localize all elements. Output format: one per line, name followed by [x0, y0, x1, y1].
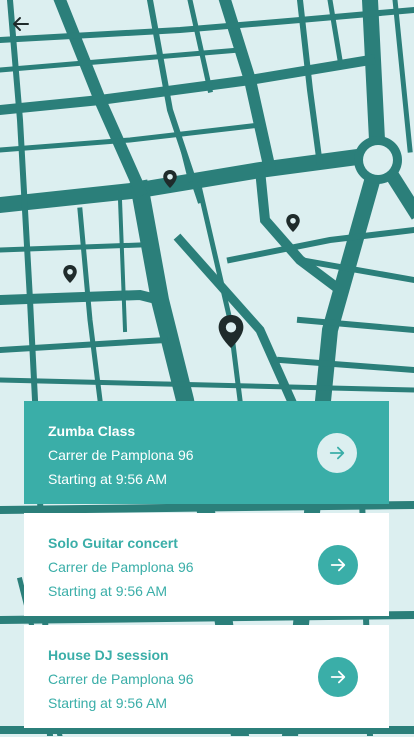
arrow-left-icon: [13, 17, 29, 31]
map-pin-icon-selected[interactable]: [218, 315, 244, 348]
event-title: Zumba Class: [48, 423, 136, 439]
map-pin-icon[interactable]: [286, 214, 300, 232]
event-card-zumba-class[interactable]: Zumba Class Carrer de Pamplona 96 Starti…: [24, 401, 389, 504]
map-pin-icon[interactable]: [163, 170, 177, 188]
event-card-solo-guitar-concert[interactable]: Solo Guitar concert Carrer de Pamplona 9…: [24, 513, 389, 616]
roundabout-center: [363, 145, 393, 175]
event-title: House DJ session: [48, 647, 169, 663]
arrow-right-icon: [330, 670, 346, 684]
map-pin-icon[interactable]: [63, 265, 77, 283]
event-list: Zumba Class Carrer de Pamplona 96 Starti…: [24, 401, 389, 737]
back-button[interactable]: [6, 10, 36, 38]
event-time: Starting at 9:56 AM: [48, 583, 168, 599]
open-event-button[interactable]: [317, 433, 357, 473]
event-time: Starting at 9:56 AM: [48, 471, 168, 487]
arrow-right-icon: [330, 558, 346, 572]
event-time: Starting at 9:56 AM: [48, 695, 168, 711]
open-event-button[interactable]: [318, 657, 358, 697]
event-title: Solo Guitar concert: [48, 535, 178, 551]
arrow-right-icon: [329, 446, 345, 460]
event-card-house-dj-session[interactable]: House DJ session Carrer de Pamplona 96 S…: [24, 625, 389, 728]
open-event-button[interactable]: [318, 545, 358, 585]
